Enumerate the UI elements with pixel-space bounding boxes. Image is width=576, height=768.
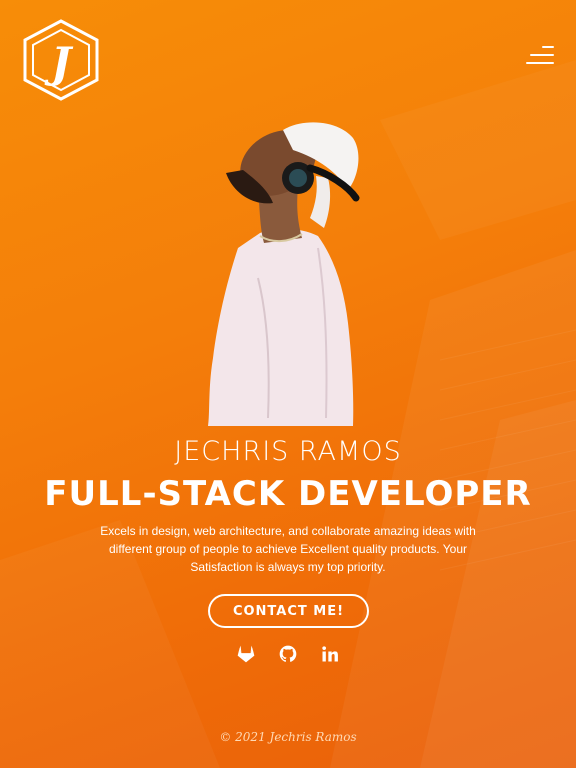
hero-name: JECHRIS RAMOS [174,436,402,467]
logo-letter: J [51,37,71,87]
contact-me-button[interactable]: CONTACT ME! [208,594,369,628]
footer-copyright: © 2021 Jechris Ramos [219,730,357,744]
github-icon[interactable] [278,644,298,664]
gitlab-icon[interactable] [236,644,256,664]
social-links [0,644,576,664]
linkedin-icon[interactable] [320,644,340,664]
profile-portrait [208,122,360,426]
menu-button[interactable] [524,46,554,66]
hero-description: Excels in design, web architecture, and … [100,524,476,574]
brand-logo[interactable]: J [20,18,102,102]
hero-title: FULL-STACK DEVELOPER [44,474,532,514]
landing-page: J JECHRIS RAMOS FULL-STACK DEVELOPER Exc… [0,0,576,768]
